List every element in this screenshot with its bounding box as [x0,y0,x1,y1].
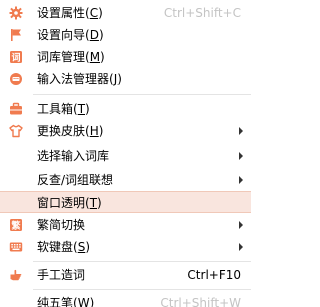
context-menu: 设置属性(C) Ctrl+Shift+C 设置向导(D) 词 词库管理(M) 输… [0,0,251,307]
menu-item-shortcut: Ctrl+F10 [187,268,241,282]
menu-separator [33,289,251,290]
menu-item-label: 更换皮肤(H) [37,124,104,138]
soft-keyboard-icon [9,240,23,254]
menu-item-label: 词库管理(M) [37,50,105,64]
menu-item-ime-manager[interactable]: 输入法管理器(J) [0,68,251,90]
menu-item-toolbox[interactable]: 工具箱(T) [0,98,251,120]
menu-item-label: 设置向导(D) [37,28,104,42]
menu-item-label: 工具箱(T) [37,102,90,116]
menu-item-select-dictionary[interactable]: 选择输入词库 [0,145,251,167]
menu-item-label: 纯五笔(W) [37,296,95,307]
submenu-arrow-icon [239,176,243,184]
submenu-arrow-icon [239,127,243,135]
menu-item-manual-word[interactable]: 手工造词 Ctrl+F10 [0,264,251,286]
menu-item-dictionary-manager[interactable]: 词 词库管理(M) [0,46,251,68]
menu-item-label: 软键盘(S) [37,240,90,254]
menu-separator [33,94,251,95]
svg-text:词: 词 [11,52,20,64]
flag-icon [9,28,23,42]
hand-icon [9,268,23,282]
submenu-arrow-icon [239,243,243,251]
dictionary-icon: 词 [9,50,23,64]
menu-item-traditional-simplified[interactable]: 繁 繁简切换 [0,214,251,236]
menu-item-reverse-lookup[interactable]: 反查/词组联想 [0,169,251,191]
menu-item-label: 设置属性(C) [37,6,103,20]
traditional-simplified-icon: 繁 [9,218,23,232]
menu-item-label: 手工造词 [37,268,86,282]
submenu-arrow-icon [239,221,243,229]
menu-item-soft-keyboard[interactable]: 软键盘(S) [0,236,251,258]
menu-item-label: 窗口透明(T) [37,196,102,210]
menu-item-shortcut: Ctrl+Shift+W [160,296,241,307]
menu-separator [33,261,251,262]
menu-item-setup-wizard[interactable]: 设置向导(D) [0,24,251,46]
gear-icon [9,6,23,20]
svg-text:繁: 繁 [10,220,21,232]
submenu-arrow-icon [239,152,243,160]
keyboard-manager-icon [9,72,23,86]
menu-item-window-transparent[interactable]: 窗口透明(T) [0,191,251,213]
menu-item-pure-wubi[interactable]: 纯五笔(W) Ctrl+Shift+W [0,292,251,307]
menu-item-shortcut: Ctrl+Shift+C [163,6,241,20]
menu-item-label: 选择输入词库 [37,149,110,163]
menu-item-change-skin[interactable]: 更换皮肤(H) [0,120,251,142]
toolbox-icon [9,102,23,116]
menu-item-label: 输入法管理器(J) [37,72,122,86]
menu-item-settings[interactable]: 设置属性(C) Ctrl+Shift+C [0,2,251,24]
menu-item-label: 反查/词组联想 [37,173,114,187]
shirt-icon [9,124,23,138]
menu-item-label: 繁简切换 [37,218,86,232]
